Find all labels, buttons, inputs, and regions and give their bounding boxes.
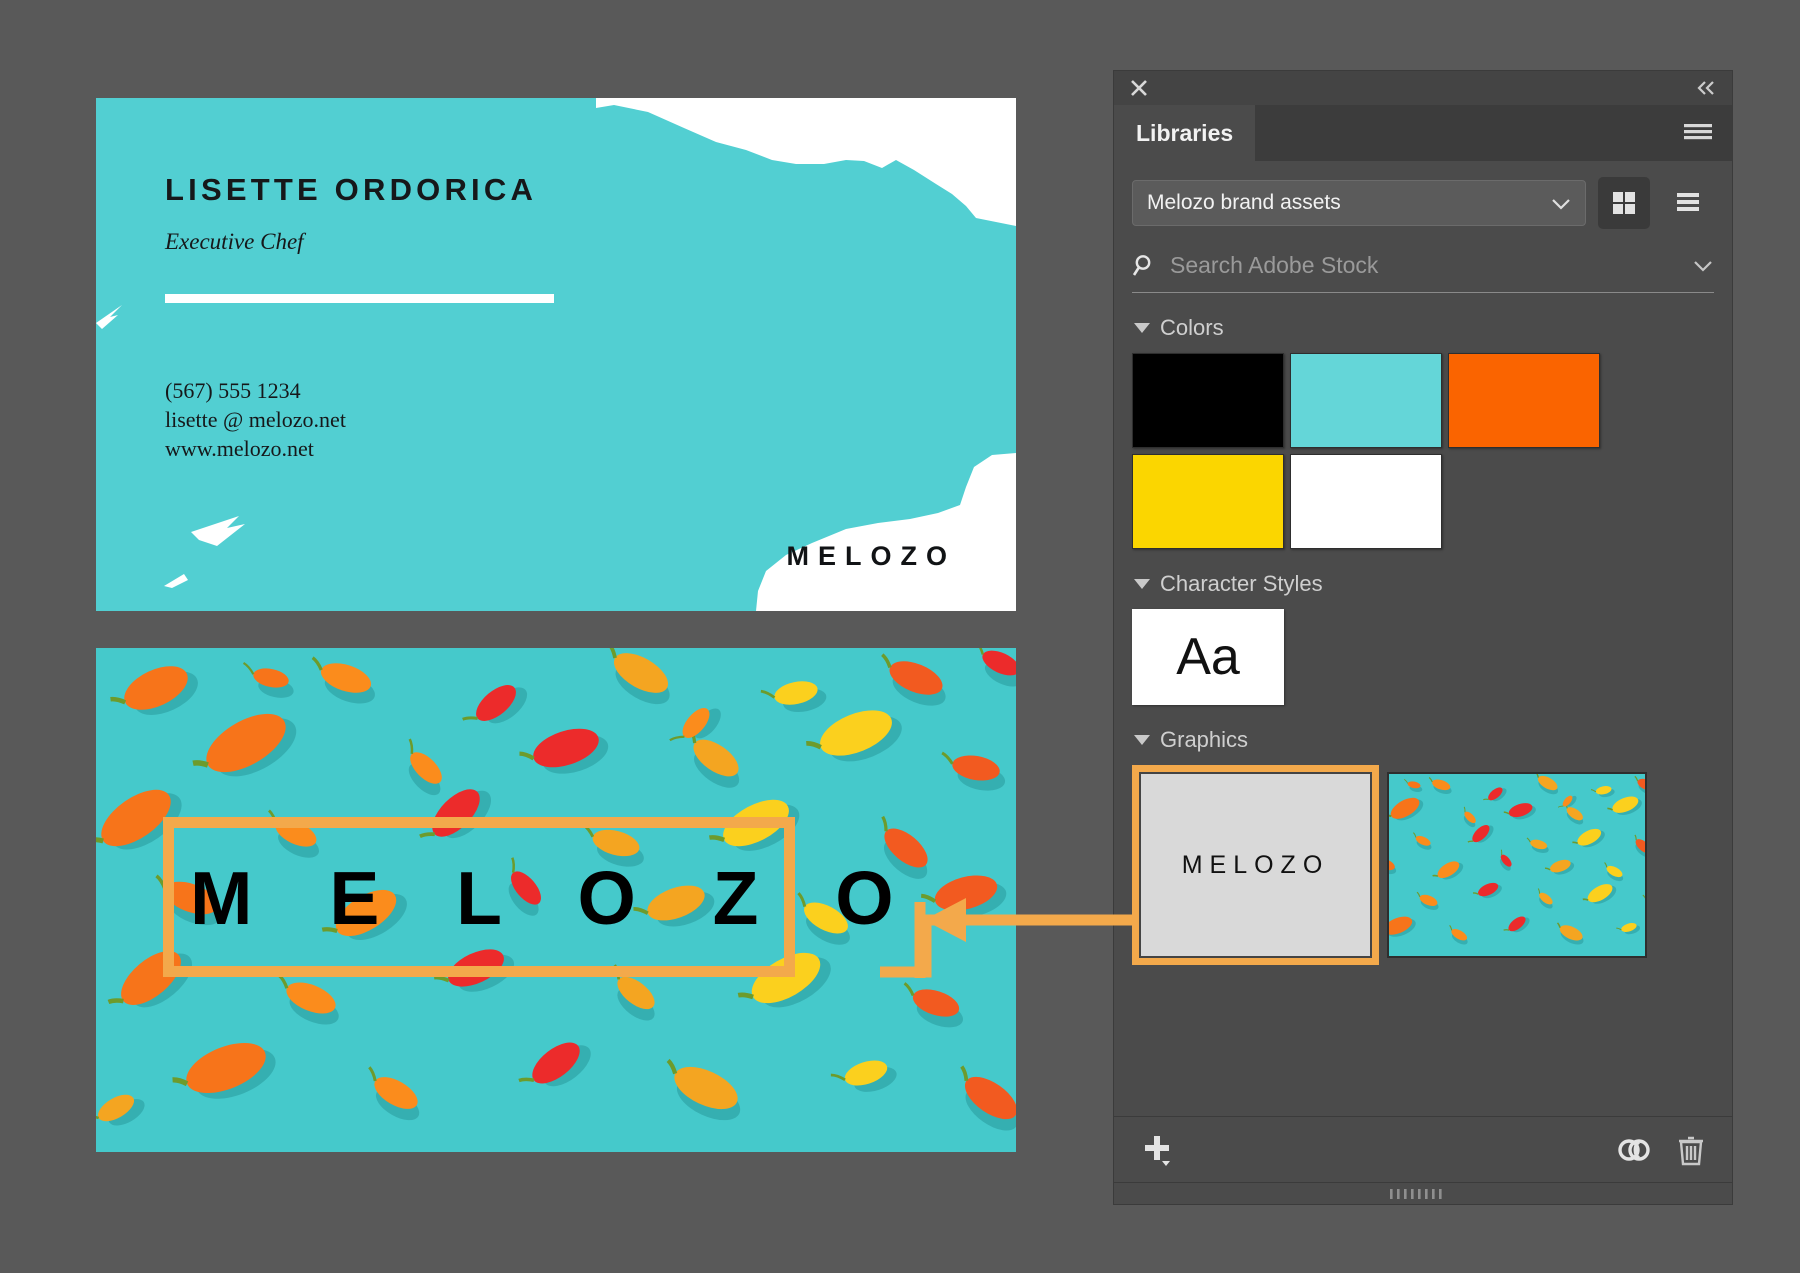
list-view-icon <box>1674 189 1702 217</box>
card-fleck-left-lower <box>191 516 245 546</box>
search-icon <box>1132 253 1158 279</box>
tab-libraries[interactable]: Libraries <box>1114 105 1256 161</box>
library-select-value: Melozo brand assets <box>1147 191 1341 214</box>
graphic-item-peppers-photo[interactable] <box>1387 772 1647 958</box>
card-fleck-left-upper <box>96 305 122 329</box>
libraries-panel: Libraries Melozo brand assets Search Ado… <box>1113 70 1733 1205</box>
trash-icon[interactable] <box>1676 1133 1706 1167</box>
color-swatch-yellow[interactable] <box>1132 454 1284 549</box>
card-divider-rule <box>165 294 554 303</box>
tab-libraries-label: Libraries <box>1136 119 1234 146</box>
color-swatch-white[interactable] <box>1290 454 1442 549</box>
close-icon[interactable] <box>1128 77 1150 99</box>
resize-grip-icon <box>1390 1188 1442 1199</box>
library-selector-row: Melozo brand assets <box>1132 177 1714 229</box>
color-swatch-turquoise[interactable] <box>1290 353 1442 448</box>
hamburger-menu-icon <box>1682 121 1714 145</box>
chevron-down-icon <box>1551 197 1571 210</box>
tab-bar-filler <box>1255 105 1682 161</box>
card-fleck-bottom-small <box>164 574 188 588</box>
card-website: www.melozo.net <box>165 436 314 461</box>
card-logo: MELOZO <box>786 541 956 571</box>
graphic-thumb-image <box>1389 774 1645 956</box>
list-view-button[interactable] <box>1662 177 1714 229</box>
search-input[interactable]: Search Adobe Stock <box>1170 252 1680 279</box>
card-contact-block: (567) 555 1234 lisette @ melozo.net www.… <box>165 376 346 463</box>
section-header-colors[interactable]: Colors <box>1134 315 1714 341</box>
section-label-character-styles: Character Styles <box>1160 571 1323 596</box>
color-swatch-orange[interactable] <box>1448 353 1600 448</box>
character-style-item[interactable]: Aa <box>1132 609 1284 705</box>
section-header-graphics[interactable]: Graphics <box>1134 727 1714 753</box>
section-header-character-styles[interactable]: Character Styles <box>1134 571 1714 597</box>
collapse-double-chevron-icon[interactable] <box>1694 79 1718 97</box>
graphic-logo-caption: MELOZO <box>1139 772 1372 958</box>
card-phone: (567) 555 1234 <box>165 378 301 403</box>
disclosure-triangle-icon <box>1134 323 1150 333</box>
panel-title-bar <box>1114 71 1732 105</box>
card-torn-edge-bottom <box>756 453 1016 611</box>
panel-tab-bar: Libraries <box>1114 105 1732 161</box>
card-role: Executive Chef <box>165 229 304 254</box>
panel-footer-toolbar <box>1114 1116 1732 1182</box>
banner-logo-text: M E L O Z O <box>190 856 922 940</box>
grid-view-button[interactable] <box>1598 177 1650 229</box>
section-label-graphics: Graphics <box>1160 727 1249 752</box>
creative-cloud-link-icon[interactable] <box>1616 1134 1652 1166</box>
grid-view-icon <box>1610 189 1638 217</box>
section-label-colors: Colors <box>1160 315 1224 340</box>
callout-arrow <box>880 898 1138 978</box>
card-email: lisette @ melozo.net <box>165 407 346 432</box>
panel-controls: Melozo brand assets Search Adobe Stock <box>1114 161 1732 293</box>
color-swatch-black[interactable] <box>1132 353 1284 448</box>
plus-add-icon[interactable] <box>1140 1132 1180 1168</box>
disclosure-triangle-icon <box>1134 735 1150 745</box>
disclosure-triangle-icon <box>1134 579 1150 589</box>
library-select[interactable]: Melozo brand assets <box>1132 180 1586 226</box>
card-name: LISETTE ORDORICA <box>165 172 538 207</box>
panel-body: Colors Character Styles Aa Graphics MELO… <box>1114 293 1732 1116</box>
screenshot-stage: LISETTE ORDORICA Executive Chef (567) 55… <box>0 0 1800 1273</box>
graphic-item-melozo-logo[interactable]: MELOZO <box>1132 765 1379 965</box>
panel-menu-button[interactable] <box>1682 105 1732 161</box>
card-torn-edge-top <box>596 98 1016 226</box>
graphics-grid: MELOZO <box>1132 765 1714 965</box>
colors-swatch-grid <box>1132 353 1602 549</box>
business-card-artboard[interactable]: LISETTE ORDORICA Executive Chef (567) 55… <box>96 98 1016 611</box>
footer-right-actions <box>1616 1133 1706 1167</box>
search-chevron-down-icon[interactable] <box>1692 259 1714 273</box>
panel-resize-grip[interactable] <box>1114 1182 1732 1204</box>
stock-search-row[interactable]: Search Adobe Stock <box>1132 245 1714 293</box>
